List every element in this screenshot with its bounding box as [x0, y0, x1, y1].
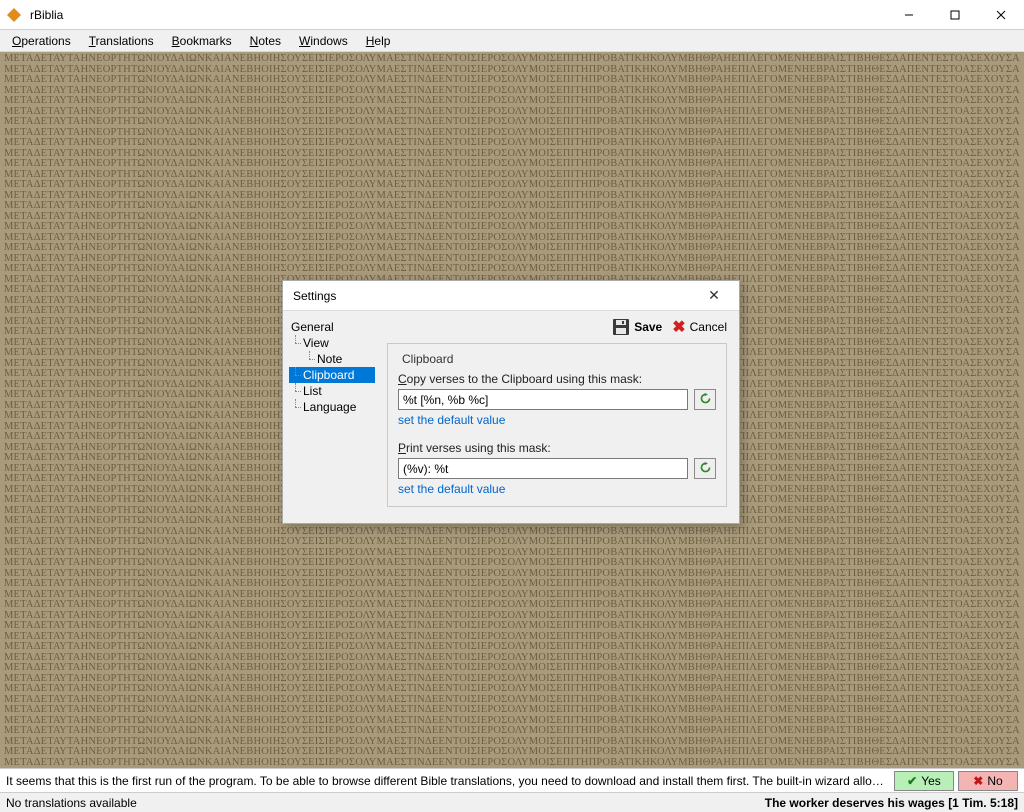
print-set-default-link[interactable]: set the default value [398, 482, 716, 496]
print-mask-label: Print verses using this mask: [398, 441, 716, 455]
window-title: rBiblia [30, 8, 63, 22]
save-icon [612, 318, 630, 336]
menu-bookmarks[interactable]: Bookmarks [164, 32, 240, 50]
check-icon: ✔ [907, 774, 917, 788]
tree-list[interactable]: List [289, 383, 375, 399]
minimize-button[interactable] [886, 0, 932, 29]
tree-view[interactable]: View [289, 335, 375, 351]
menu-windows[interactable]: Windows [291, 32, 356, 50]
close-button[interactable] [978, 0, 1024, 29]
menu-help[interactable]: Help [358, 32, 399, 50]
status-bar: No translations available The worker des… [0, 792, 1024, 812]
copy-mask-reset-button[interactable] [694, 389, 716, 410]
tree-clipboard[interactable]: Clipboard [289, 367, 375, 383]
cancel-icon: ✖ [672, 317, 685, 337]
prompt-text: It seems that this is the first run of t… [6, 774, 890, 788]
menu-operations[interactable]: Operations [4, 32, 79, 50]
workspace: ΜΕΤΑΔΕΤΑΥΤΑΗΝΕΟΡΤΗΤΩΝΙΟΥΔΑΙΩΝΚΑΙΑΝΕΒΗΟΙΗ… [0, 52, 1024, 770]
menu-notes[interactable]: Notes [242, 32, 289, 50]
status-left: No translations available [6, 796, 765, 810]
save-button[interactable]: Save [612, 318, 662, 336]
dialog-close-button[interactable]: ✕ [699, 287, 729, 304]
cancel-label: Cancel [690, 320, 727, 334]
tree-general[interactable]: General [289, 319, 375, 335]
print-mask-reset-button[interactable] [694, 458, 716, 479]
dialog-titlebar: Settings ✕ [283, 281, 739, 311]
refresh-icon [699, 461, 712, 477]
first-run-prompt: It seems that this is the first run of t… [0, 768, 1024, 792]
copy-mask-label: Copy verses to the Clipboard using this … [398, 372, 716, 386]
cross-icon: ✖ [973, 774, 983, 788]
prompt-yes-label: Yes [921, 774, 941, 788]
status-right: The worker deserves his wages [1 Tim. 5:… [765, 796, 1018, 810]
prompt-yes-button[interactable]: ✔ Yes [894, 771, 954, 791]
print-mask-input[interactable] [398, 458, 688, 479]
settings-dialog: Settings ✕ General View Note Clipboard L… [282, 280, 740, 524]
app-icon [6, 7, 22, 23]
settings-tree: General View Note Clipboard List Languag… [283, 311, 381, 523]
menu-translations[interactable]: Translations [81, 32, 162, 50]
copy-set-default-link[interactable]: set the default value [398, 413, 716, 427]
refresh-icon [699, 392, 712, 408]
cancel-button[interactable]: ✖ Cancel [672, 317, 727, 337]
prompt-no-button[interactable]: ✖ No [958, 771, 1018, 791]
save-label: Save [634, 320, 662, 334]
window-titlebar: rBiblia [0, 0, 1024, 30]
fieldset-legend: Clipboard [398, 352, 457, 366]
copy-mask-input[interactable] [398, 389, 688, 410]
dialog-title: Settings [293, 289, 699, 303]
prompt-no-label: No [987, 774, 1002, 788]
menu-bar: Operations Translations Bookmarks Notes … [0, 30, 1024, 52]
clipboard-fieldset: Clipboard Copy verses to the Clipboard u… [387, 343, 727, 507]
tree-note[interactable]: Note [289, 351, 375, 367]
maximize-button[interactable] [932, 0, 978, 29]
tree-language[interactable]: Language [289, 399, 375, 415]
